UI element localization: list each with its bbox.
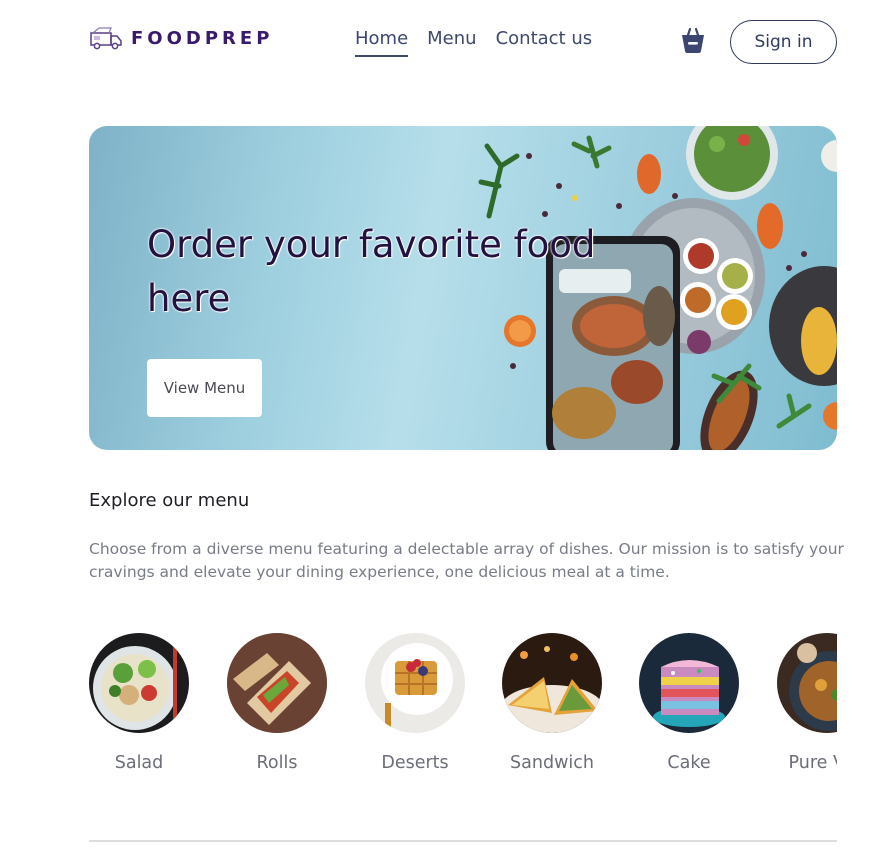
food-truck-icon xyxy=(90,27,122,50)
section-divider xyxy=(89,840,837,842)
menu-categories: Salad Rolls Deserts Sandwich Cake Pure xyxy=(89,633,837,783)
hero-banner: Order your favorite food here View Menu xyxy=(89,126,837,450)
category-label: Cake xyxy=(667,753,711,773)
rolls-image xyxy=(227,633,327,733)
category-label: Deserts xyxy=(381,753,449,773)
explore-description: Choose from a diverse menu featuring a d… xyxy=(89,540,844,581)
nav-contact[interactable]: Contact us xyxy=(496,28,593,57)
sandwich-image xyxy=(502,633,602,733)
hero-title: Order your favorite food here xyxy=(147,223,596,320)
navbar: FOODPREP Home Menu Contact us Sign in xyxy=(0,0,874,84)
view-menu-button[interactable]: View Menu xyxy=(147,359,262,417)
category-label: Salad xyxy=(114,753,164,773)
category-label: Sandwich xyxy=(510,753,594,773)
main-nav: Home Menu Contact us xyxy=(355,28,592,57)
nav-menu[interactable]: Menu xyxy=(427,28,476,57)
category-cake[interactable]: Cake xyxy=(639,633,739,773)
category-rolls[interactable]: Rolls xyxy=(227,633,327,773)
category-deserts[interactable]: Deserts xyxy=(365,633,465,773)
salad-image xyxy=(89,633,189,733)
pure-veg-image xyxy=(777,633,837,733)
basket-icon[interactable] xyxy=(679,26,707,54)
brand-name: FOODPREP xyxy=(131,27,274,49)
nav-home[interactable]: Home xyxy=(355,28,409,57)
signin-button[interactable]: Sign in xyxy=(730,20,837,64)
deserts-image xyxy=(365,633,465,733)
brand-logo[interactable]: FOODPREP xyxy=(89,25,273,51)
category-salad[interactable]: Salad xyxy=(89,633,189,773)
explore-title: Explore our menu xyxy=(89,490,250,511)
category-label: Rolls xyxy=(256,753,298,773)
cake-image xyxy=(639,633,739,733)
category-sandwich[interactable]: Sandwich xyxy=(502,633,602,773)
category-label: Pure Veg xyxy=(788,753,837,773)
category-pure-veg[interactable]: Pure Veg xyxy=(777,633,837,773)
